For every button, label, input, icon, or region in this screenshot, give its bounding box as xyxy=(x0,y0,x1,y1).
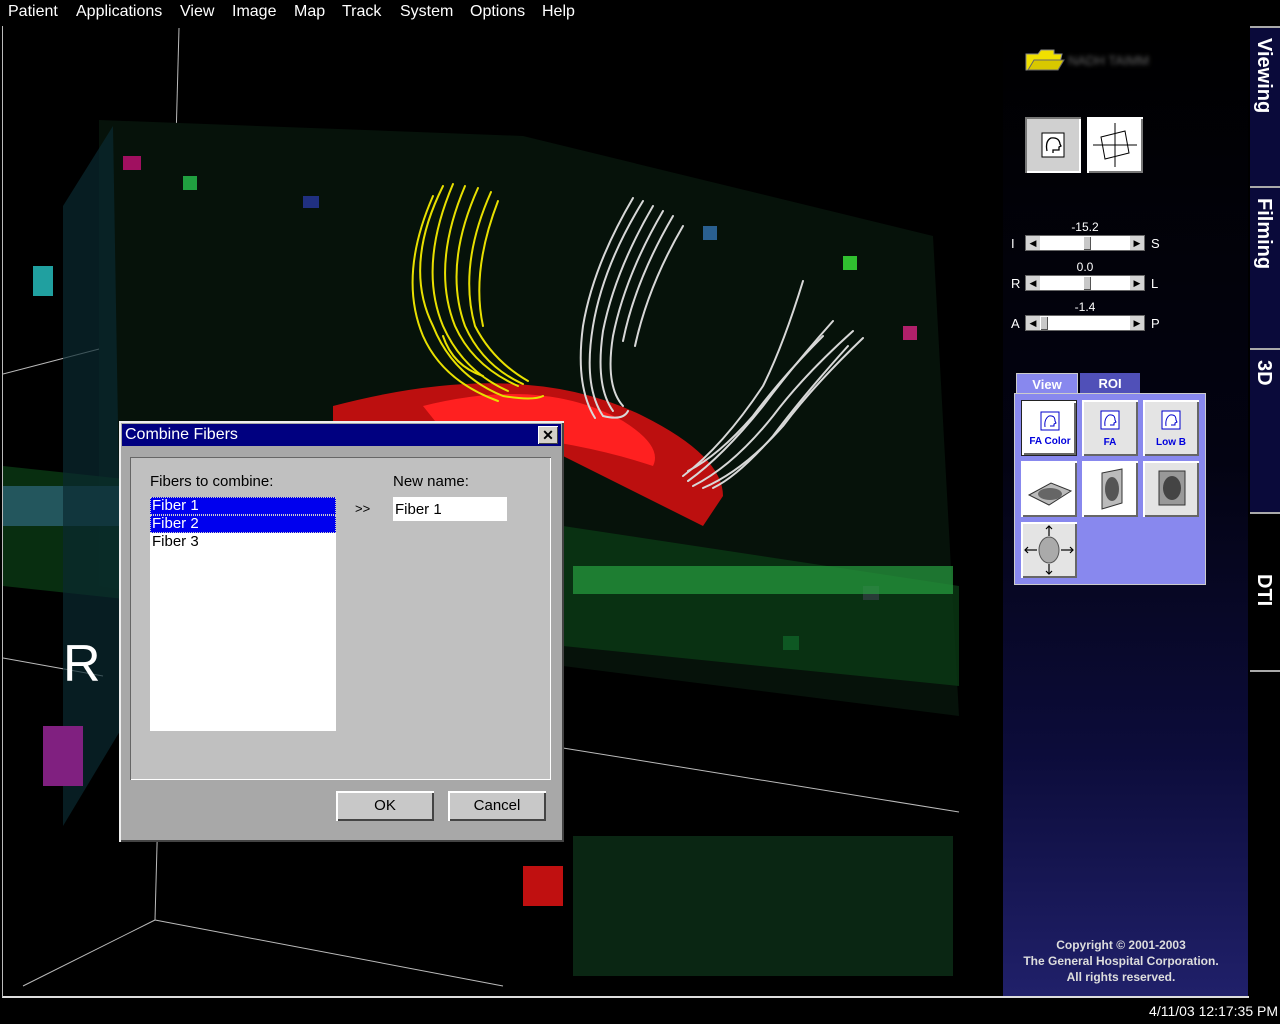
slider-right-arrow-icon[interactable]: ▶ xyxy=(1130,316,1144,330)
slider-ap-value: -1.4 xyxy=(1074,300,1096,314)
cancel-button[interactable]: Cancel xyxy=(448,791,546,821)
slider-is-right-label: S xyxy=(1151,236,1160,251)
slider-right-arrow-icon[interactable]: ▶ xyxy=(1130,236,1144,250)
head-rotate-button[interactable] xyxy=(1021,522,1077,578)
slider-rl[interactable]: ◀ ▶ xyxy=(1025,275,1145,291)
side-tab-label: DTI xyxy=(1253,574,1275,607)
slider-rl-thumb[interactable] xyxy=(1083,276,1091,290)
close-icon[interactable]: ✕ xyxy=(538,426,558,444)
dialog-title: Combine Fibers xyxy=(125,426,238,443)
list-item-fiber-2[interactable]: Fiber 2 xyxy=(150,515,336,533)
slider-ap-left-label: A xyxy=(1011,316,1020,331)
coronal-slice-icon xyxy=(1158,470,1186,506)
slider-left-arrow-icon[interactable]: ◀ xyxy=(1026,236,1040,250)
sagittal-slice-icon xyxy=(1101,468,1123,510)
axial-slice-icon xyxy=(1027,482,1073,506)
menu-bar: Patient Applications View Image Map Trac… xyxy=(0,0,1280,25)
menu-patient[interactable]: Patient xyxy=(8,3,58,21)
head-view-icon xyxy=(1041,132,1065,158)
fibers-list[interactable]: Fiber 1 Fiber 2 Fiber 3 xyxy=(150,497,336,731)
head-rotate-icon xyxy=(1024,525,1074,575)
dialog-title-bar[interactable]: Combine Fibers ✕ xyxy=(122,424,561,446)
patient-name: NADH TAIMM xyxy=(1068,53,1150,68)
ok-button[interactable]: OK xyxy=(336,791,434,821)
menu-image[interactable]: Image xyxy=(232,3,276,21)
axial-slice-button[interactable] xyxy=(1021,461,1077,517)
head-fa-color-icon xyxy=(1040,411,1060,431)
copyright-line: All rights reserved. xyxy=(1066,970,1176,984)
transfer-button[interactable]: >> xyxy=(355,501,370,516)
menu-applications[interactable]: Applications xyxy=(76,3,162,21)
slider-ap-right-label: P xyxy=(1151,316,1160,331)
slider-is-value: -15.2 xyxy=(1071,220,1099,234)
head-view-button[interactable] xyxy=(1025,117,1081,173)
menu-options[interactable]: Options xyxy=(470,3,525,21)
list-item-fiber-1[interactable]: Fiber 1 xyxy=(150,497,336,515)
crosshair-planes-icon xyxy=(1093,123,1137,167)
sagittal-slice-button[interactable] xyxy=(1082,461,1138,517)
side-tab-label: 3D xyxy=(1253,360,1275,386)
slider-rl-value: 0.0 xyxy=(1076,260,1094,274)
fa-color-label: FA Color xyxy=(1029,436,1071,447)
new-name-input[interactable] xyxy=(393,497,507,521)
combine-fibers-dialog: Combine Fibers ✕ Fibers to combine: New … xyxy=(119,421,564,842)
side-tab-viewing[interactable]: Viewing xyxy=(1250,26,1280,186)
orientation-label: R xyxy=(63,635,101,693)
side-tab-label: Filming xyxy=(1253,198,1275,270)
slider-rl-right-label: L xyxy=(1151,276,1159,291)
view-options-grid: FA Color FA Low B xyxy=(1014,393,1206,585)
fa-color-button[interactable]: FA Color xyxy=(1021,400,1077,456)
slider-left-arrow-icon[interactable]: ◀ xyxy=(1026,276,1040,290)
fa-label: FA xyxy=(1103,437,1117,448)
side-tab-dti[interactable]: DTI xyxy=(1250,512,1280,672)
menu-help[interactable]: Help xyxy=(542,3,575,21)
new-name-label: New name: xyxy=(393,473,469,490)
status-bar: 4/11/03 12:17:35 PM xyxy=(0,998,1280,1024)
list-item-fiber-3[interactable]: Fiber 3 xyxy=(150,533,336,551)
coronal-slice-button[interactable] xyxy=(1143,461,1199,517)
tab-roi[interactable]: ROI xyxy=(1080,373,1140,395)
fibers-to-combine-label: Fibers to combine: xyxy=(150,473,274,490)
copyright-line: Copyright © 2001-2003 xyxy=(1056,938,1186,952)
low-b-button[interactable]: Low B xyxy=(1143,400,1199,456)
menu-map[interactable]: Map xyxy=(294,3,325,21)
side-tab-3d[interactable]: 3D xyxy=(1250,348,1280,512)
datetime: 4/11/03 12:17:35 PM xyxy=(1149,1003,1278,1019)
copyright-line: The General Hospital Corporation. xyxy=(1023,954,1219,968)
slider-right-arrow-icon[interactable]: ▶ xyxy=(1130,276,1144,290)
low-b-label: Low B xyxy=(1156,437,1186,448)
head-low-b-icon xyxy=(1161,410,1181,430)
fa-button[interactable]: FA xyxy=(1082,400,1138,456)
slider-is-thumb[interactable] xyxy=(1083,236,1091,250)
side-tab-label: Viewing xyxy=(1253,38,1275,114)
slider-is[interactable]: ◀ ▶ xyxy=(1025,235,1145,251)
dialog-content: Fibers to combine: New name: Fiber 1 Fib… xyxy=(130,457,551,780)
folder-icon[interactable] xyxy=(1024,46,1066,74)
slider-rl-left-label: R xyxy=(1011,276,1021,291)
copyright-notice: Copyright © 2001-2003 The General Hospit… xyxy=(1000,937,1242,985)
menu-view[interactable]: View xyxy=(180,3,214,21)
slider-is-left-label: I xyxy=(1011,236,1015,251)
menu-track[interactable]: Track xyxy=(342,3,381,21)
slider-ap[interactable]: ◀ ▶ xyxy=(1025,315,1145,331)
head-fa-icon xyxy=(1100,410,1120,430)
crosshair-planes-button[interactable] xyxy=(1087,117,1143,173)
slider-left-arrow-icon[interactable]: ◀ xyxy=(1026,316,1040,330)
slider-ap-thumb[interactable] xyxy=(1040,316,1048,330)
menu-system[interactable]: System xyxy=(400,3,453,21)
side-tab-filming[interactable]: Filming xyxy=(1250,186,1280,348)
